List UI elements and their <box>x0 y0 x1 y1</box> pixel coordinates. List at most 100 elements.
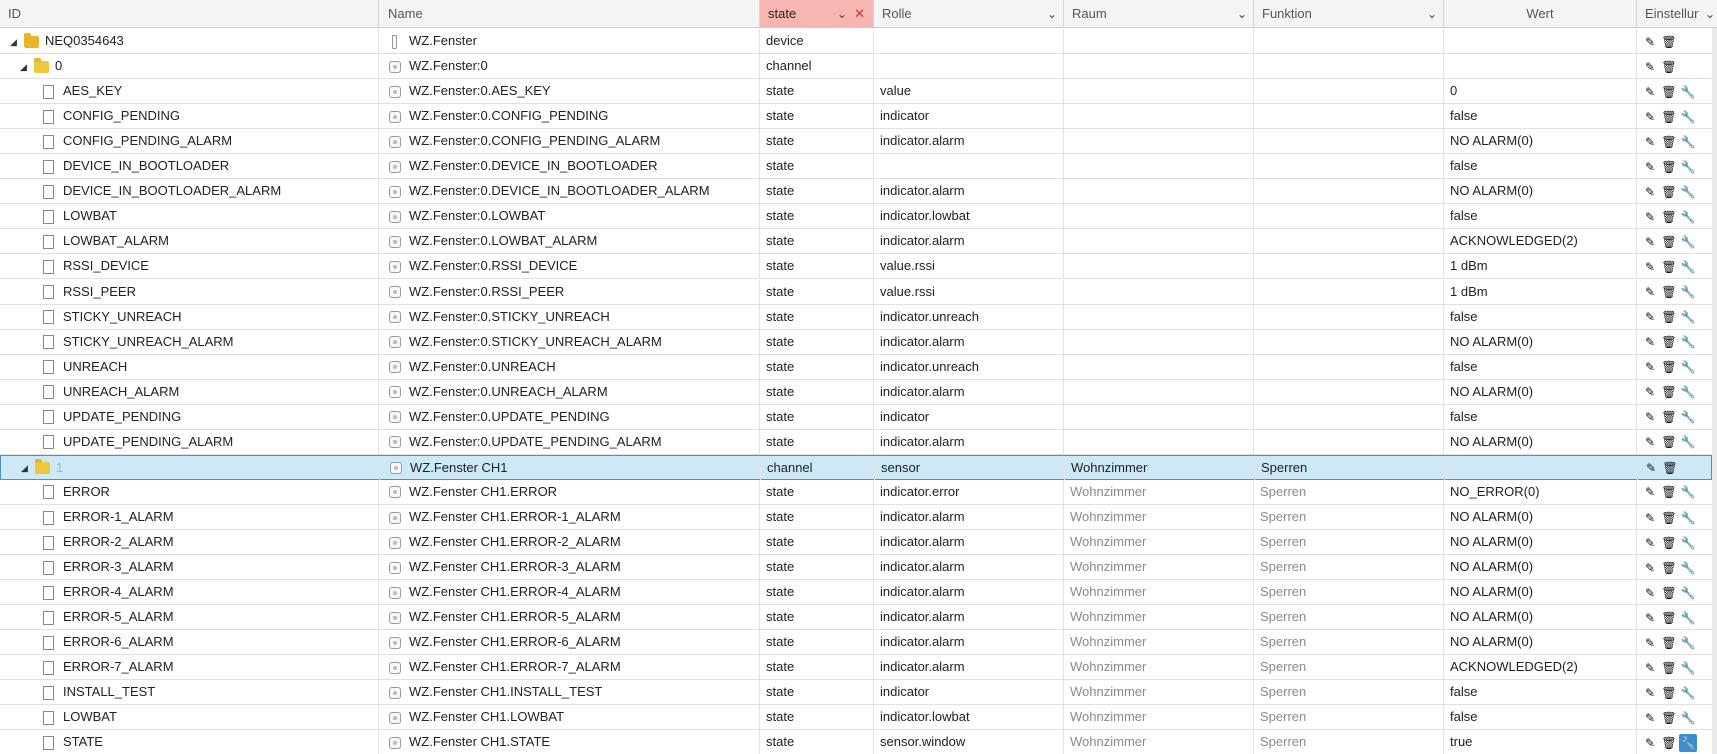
table-row[interactable]: LOWBAT WZ.Fenster:0.LOWBAT state indicator.… <box>0 204 1712 230</box>
wrench-icon[interactable]: 🔧 <box>1679 158 1697 176</box>
table-row[interactable]: DEVICE_IN_BOOTLOADER_ALARM WZ.Fenster:0.D… <box>0 179 1712 205</box>
table-row[interactable]: RSSI_PEER WZ.Fenster:0.RSSI_PEER state valu… <box>0 279 1712 305</box>
delete-icon[interactable]: 🗑 <box>1660 584 1678 602</box>
name-cell[interactable]: WZ.Fenster CH1.ERROR <box>379 479 760 504</box>
table-row[interactable]: ERROR-2_ALARM WZ.Fenster CH1.ERROR-2_ALAR… <box>0 530 1712 555</box>
id-cell[interactable]: ERROR-7_ALARM <box>0 655 379 680</box>
wrench-icon[interactable]: 🔧 <box>1679 659 1697 677</box>
table-row[interactable]: ERROR-5_ALARM WZ.Fenster CH1.ERROR-5_ALAR… <box>0 605 1712 631</box>
delete-icon[interactable]: 🗑 <box>1660 433 1678 451</box>
edit-icon[interactable]: ✎ <box>1641 559 1659 577</box>
table-row[interactable]: CONFIG_PENDING_ALARM WZ.Fenster:0.CONFIG_… <box>0 129 1712 155</box>
id-cell[interactable]: STICKY_UNREACH <box>0 304 379 329</box>
column-header-value[interactable]: Wert <box>1444 0 1637 28</box>
wrench-icon[interactable]: 🔧 <box>1679 233 1697 251</box>
delete-icon[interactable]: 🗑 <box>1660 258 1678 276</box>
edit-icon[interactable]: ✎ <box>1641 233 1659 251</box>
delete-icon[interactable]: 🗑 <box>1660 408 1678 426</box>
clear-filter-icon[interactable]: ✕ <box>854 0 865 28</box>
table-row[interactable]: STICKY_UNREACH WZ.Fenster:0.STICKY_UNREAC… <box>0 304 1712 330</box>
id-cell[interactable]: ◢ 0 <box>0 54 379 79</box>
chevron-down-icon[interactable]: ⌄ <box>1705 0 1715 28</box>
value-cell[interactable]: NO ALARM(0) <box>1444 555 1637 580</box>
room-filter-select[interactable]: Raum ⌄ <box>1064 0 1254 28</box>
table-row[interactable]: ERROR-4_ALARM WZ.Fenster CH1.ERROR-4_ALAR… <box>0 580 1712 606</box>
wrench-icon[interactable]: 🔧 <box>1679 83 1697 101</box>
name-cell[interactable]: WZ.Fenster CH1.INSTALL_TEST <box>379 680 760 705</box>
delete-icon[interactable]: 🗑 <box>1660 333 1678 351</box>
edit-icon[interactable]: ✎ <box>1642 459 1660 477</box>
name-cell[interactable]: WZ.Fenster:0.RSSI_DEVICE <box>379 254 760 279</box>
wrench-icon[interactable]: 🔧 <box>1679 183 1697 201</box>
table-row[interactable]: STICKY_UNREACH_ALARM WZ.Fenster:0.STICKY_… <box>0 329 1712 355</box>
name-cell[interactable]: WZ.Fenster:0.STICKY_UNREACH_ALARM <box>379 329 760 354</box>
value-cell[interactable]: NO ALARM(0) <box>1444 580 1637 605</box>
edit-icon[interactable]: ✎ <box>1641 634 1659 652</box>
name-cell[interactable]: WZ.Fenster CH1.ERROR-3_ALARM <box>379 555 760 580</box>
edit-icon[interactable]: ✎ <box>1641 133 1659 151</box>
value-cell[interactable]: NO ALARM(0) <box>1444 129 1637 154</box>
wrench-icon[interactable]: 🔧 <box>1679 358 1697 376</box>
value-cell[interactable]: false <box>1444 204 1637 229</box>
wrench-icon[interactable]: 🔧 <box>1679 208 1697 226</box>
name-cell[interactable]: WZ.Fenster:0 <box>379 54 760 79</box>
name-cell[interactable]: WZ.Fenster:0.UPDATE_PENDING <box>379 404 760 429</box>
value-cell[interactable]: 1 dBm <box>1444 279 1637 304</box>
id-cell[interactable]: UNREACH_ALARM <box>0 379 379 404</box>
value-cell[interactable]: NO ALARM(0) <box>1444 429 1637 454</box>
id-cell[interactable]: ERROR-4_ALARM <box>0 580 379 605</box>
chevron-down-icon[interactable]: ⌄ <box>1237 0 1247 28</box>
chevron-down-icon[interactable]: ⌄ <box>837 0 847 28</box>
value-cell[interactable]: false <box>1444 104 1637 129</box>
name-cell[interactable]: WZ.Fenster:0.UNREACH_ALARM <box>379 379 760 404</box>
name-cell[interactable]: WZ.Fenster:0.STICKY_UNREACH <box>379 304 760 329</box>
edit-icon[interactable]: ✎ <box>1641 108 1659 126</box>
delete-icon[interactable]: 🗑 <box>1660 509 1678 527</box>
wrench-icon[interactable]: 🔧 <box>1679 258 1697 276</box>
delete-icon[interactable]: 🗑 <box>1660 659 1678 677</box>
wrench-icon[interactable]: 🔧 <box>1679 584 1697 602</box>
value-cell[interactable]: 1 dBm <box>1444 254 1637 279</box>
value-cell[interactable]: NO ALARM(0) <box>1444 530 1637 554</box>
delete-icon[interactable]: 🗑 <box>1660 358 1678 376</box>
vertical-scrollbar[interactable] <box>1712 28 1717 754</box>
delete-icon[interactable]: 🗑 <box>1660 483 1678 501</box>
name-cell[interactable]: WZ.Fenster:0.CONFIG_PENDING_ALARM <box>379 129 760 154</box>
value-cell[interactable]: ACKNOWLEDGED(2) <box>1444 655 1637 680</box>
edit-icon[interactable]: ✎ <box>1641 308 1659 326</box>
id-cell[interactable]: CONFIG_PENDING_ALARM <box>0 129 379 154</box>
table-row[interactable]: INSTALL_TEST WZ.Fenster CH1.INSTALL_TEST s… <box>0 680 1712 706</box>
id-cell[interactable]: DEVICE_IN_BOOTLOADER_ALARM <box>0 179 379 204</box>
name-cell[interactable]: WZ.Fenster:0.LOWBAT <box>379 204 760 229</box>
value-cell[interactable]: NO_ERROR(0) <box>1444 479 1637 504</box>
name-cell[interactable]: WZ.Fenster CH1.ERROR-7_ALARM <box>379 655 760 680</box>
edit-icon[interactable]: ✎ <box>1641 408 1659 426</box>
delete-icon[interactable]: 🗑 <box>1660 83 1678 101</box>
name-cell[interactable]: WZ.Fenster:0.AES_KEY <box>379 79 760 104</box>
value-cell[interactable]: false <box>1444 404 1637 429</box>
table-row[interactable]: LOWBAT_ALARM WZ.Fenster:0.LOWBAT_ALARM sta… <box>0 229 1712 255</box>
expand-toggle-icon[interactable]: ◢ <box>20 55 30 78</box>
delete-icon[interactable]: 🗑 <box>1660 609 1678 627</box>
id-cell[interactable]: UPDATE_PENDING <box>0 404 379 429</box>
wrench-icon[interactable]: 🔧 <box>1679 333 1697 351</box>
table-row[interactable]: UNREACH_ALARM WZ.Fenster:0.UNREACH_ALARM s… <box>0 379 1712 405</box>
delete-icon[interactable]: 🗑 <box>1660 208 1678 226</box>
id-cell[interactable]: ERROR-6_ALARM <box>0 630 379 655</box>
value-cell[interactable]: NO ALARM(0) <box>1444 605 1637 630</box>
chevron-down-icon[interactable]: ⌄ <box>1047 0 1057 28</box>
value-cell[interactable] <box>1444 54 1637 79</box>
edit-icon[interactable]: ✎ <box>1641 258 1659 276</box>
id-cell[interactable]: LOWBAT_ALARM <box>0 229 379 254</box>
delete-icon[interactable]: 🗑 <box>1660 308 1678 326</box>
delete-icon[interactable]: 🗑 <box>1661 459 1679 477</box>
value-cell[interactable]: NO ALARM(0) <box>1444 630 1637 655</box>
table-row[interactable]: UPDATE_PENDING WZ.Fenster:0.UPDATE_PENDIN… <box>0 404 1712 430</box>
edit-icon[interactable]: ✎ <box>1641 659 1659 677</box>
table-row[interactable]: CONFIG_PENDING WZ.Fenster:0.CONFIG_PENDIN… <box>0 104 1712 130</box>
table-row[interactable]: LOWBAT WZ.Fenster CH1.LOWBAT state indicato… <box>0 705 1712 731</box>
edit-icon[interactable]: ✎ <box>1641 684 1659 702</box>
id-cell[interactable]: RSSI_PEER <box>0 279 379 304</box>
delete-icon[interactable]: 🗑 <box>1660 58 1678 76</box>
chevron-down-icon[interactable]: ⌄ <box>1427 0 1437 28</box>
